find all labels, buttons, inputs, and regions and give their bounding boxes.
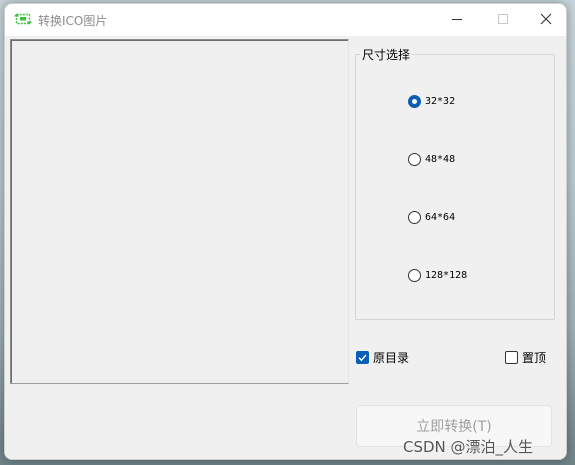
radio-unselected-icon (408, 269, 421, 282)
close-button[interactable] (523, 4, 566, 34)
minimize-button[interactable] (434, 4, 480, 34)
radio-size-48[interactable]: 48*48 (408, 153, 455, 166)
radio-label: 48*48 (425, 154, 456, 165)
title-bar[interactable]: 转换ICO图片 (5, 4, 566, 36)
radio-size-64[interactable]: 64*64 (408, 211, 455, 224)
original-dir-checkbox[interactable]: 原目录 (356, 349, 409, 366)
checkmark-icon (358, 354, 367, 362)
radio-unselected-icon (408, 153, 421, 166)
app-icon (14, 13, 32, 25)
maximize-icon (498, 14, 508, 24)
radio-label: 64*64 (425, 212, 456, 223)
radio-size-32[interactable]: 32*32 (408, 95, 455, 108)
csdn-watermark: CSDN @漂泊_人生 (403, 438, 534, 456)
maximize-button[interactable] (480, 4, 526, 34)
unchecked-icon (505, 351, 518, 364)
radio-label: 32*32 (425, 96, 456, 107)
radio-unselected-icon (408, 211, 421, 224)
checked-icon (356, 351, 369, 364)
image-preview-area[interactable] (10, 39, 349, 384)
pin-top-checkbox[interactable]: 置顶 (505, 349, 546, 366)
window-title: 转换ICO图片 (38, 14, 108, 28)
close-icon (540, 13, 552, 25)
size-selection-title: 尺寸选择 (360, 46, 413, 63)
convert-ico-window: 转换ICO图片 尺寸选择 32*32 48*48 64*64 128*128 原… (4, 3, 567, 460)
radio-size-128[interactable]: 128*128 (408, 269, 467, 282)
pin-top-label: 置顶 (522, 351, 547, 365)
radio-label: 128*128 (425, 270, 468, 281)
minimize-icon (452, 19, 462, 20)
original-dir-label: 原目录 (373, 351, 410, 365)
radio-selected-icon (408, 95, 421, 108)
